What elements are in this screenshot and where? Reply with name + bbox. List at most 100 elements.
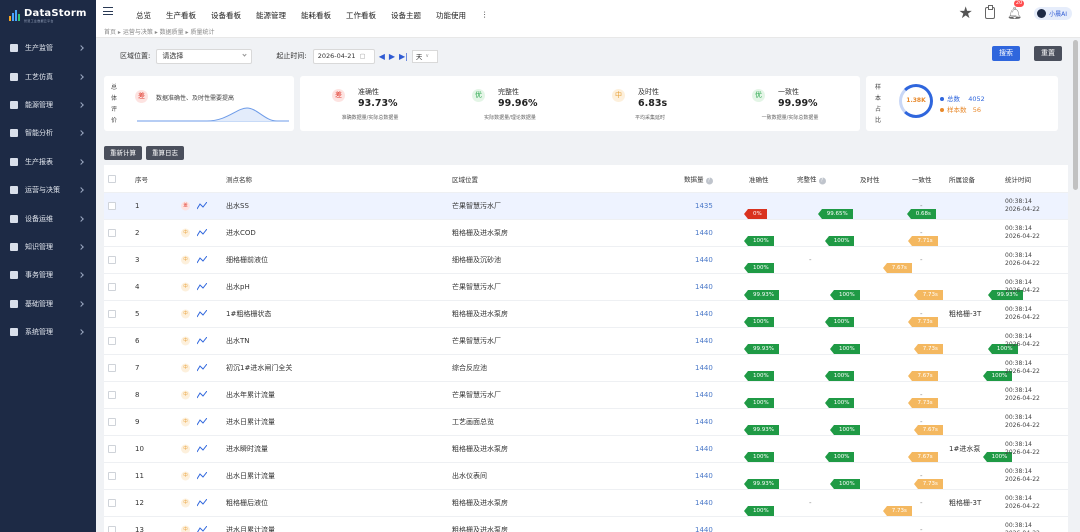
trend-chart-icon[interactable] <box>197 499 207 507</box>
row-checkbox[interactable] <box>108 391 116 399</box>
sidebar-item[interactable]: 事务管理 <box>0 261 96 289</box>
trend-chart-icon[interactable] <box>197 526 207 532</box>
table-row[interactable]: 8 中 出水年累计流量 芒果智慧污水厂 1440 100% 100% 7.73s… <box>104 381 1068 408</box>
chevron-right-icon <box>78 244 84 250</box>
trend-chart-icon[interactable] <box>197 445 207 453</box>
table-row[interactable]: 9 中 进水日累计流量 工艺画面总览 1440 99.93% 100% 7.67… <box>104 408 1068 435</box>
top-menu-item[interactable]: 工作看板 <box>346 10 376 21</box>
trend-chart-icon[interactable] <box>197 337 207 345</box>
favorite-star-icon[interactable]: ★ <box>959 5 973 21</box>
recalculate-button[interactable]: 重新计算 <box>104 146 142 160</box>
header-completeness: 完整性? <box>797 173 826 184</box>
sidebar-item[interactable]: 运营与决策 <box>0 176 96 204</box>
row-checkbox[interactable] <box>108 283 116 291</box>
top-menu-item[interactable]: 生产看板 <box>166 10 196 21</box>
last-date-icon[interactable]: ▶| <box>399 52 408 61</box>
row-checkbox[interactable] <box>108 337 116 345</box>
logo[interactable]: DataStorm 智慧工业数据云平台 <box>0 0 96 30</box>
sidebar-item[interactable]: 智能分析 <box>0 119 96 147</box>
table-row[interactable]: 5 中 1#粗格栅状态 粗格栅及进水泵房 1440 100% 100% 7.73… <box>104 300 1068 327</box>
trend-chart-icon[interactable] <box>197 418 207 426</box>
sidebar-item[interactable]: 工艺仿真 <box>0 62 96 90</box>
row-checkbox[interactable] <box>108 364 116 372</box>
ai-assistant-button[interactable]: 小晨AI <box>1034 6 1072 20</box>
row-count[interactable]: 1440 <box>695 310 713 318</box>
row-checkbox[interactable] <box>108 418 116 426</box>
top-menu-item[interactable]: ⋮ <box>481 10 489 21</box>
row-count[interactable]: 1440 <box>695 499 713 507</box>
next-date-icon[interactable]: ▶ <box>389 52 395 61</box>
row-accuracy-tag: 99.93% <box>744 344 779 354</box>
row-checkbox[interactable] <box>108 499 116 507</box>
reset-button[interactable]: 重置 <box>1034 46 1062 61</box>
row-count[interactable]: 1440 <box>695 526 713 532</box>
row-count[interactable]: 1440 <box>695 472 713 480</box>
sidebar-item[interactable]: 系统管理 <box>0 318 96 346</box>
row-count[interactable]: 1440 <box>695 364 713 372</box>
top-menu-item[interactable]: 能源管理 <box>256 10 286 21</box>
trend-chart-icon[interactable] <box>197 229 207 237</box>
table-row[interactable]: 6 中 出水TN 芒果智慧污水厂 1440 99.93% 100% 7.73s … <box>104 327 1068 354</box>
sidebar-item[interactable]: 生产报表 <box>0 148 96 176</box>
table-row[interactable]: 7 中 初沉1#进水闸门全关 综合反应池 1440 100% 100% 7.67… <box>104 354 1068 381</box>
sidebar-item[interactable]: 基础管理 <box>0 290 96 318</box>
table-row[interactable]: 11 中 出水日累计流量 出水仪表间 1440 99.93% 100% 7.73… <box>104 462 1068 489</box>
clipboard-icon[interactable] <box>984 5 995 19</box>
table-row[interactable]: 1 差 出水SS 芒果智慧污水厂 1435 0% 99.65% 0.68s - … <box>104 192 1068 219</box>
area-select[interactable]: 请选择 <box>156 48 253 64</box>
top-menu-item[interactable]: 能耗看板 <box>301 10 331 21</box>
trend-chart-icon[interactable] <box>197 202 207 210</box>
trend-chart-icon[interactable] <box>197 256 207 264</box>
table-row[interactable]: 10 中 进水瞬时流量 粗格栅及进水泵房 1440 100% 100% 7.67… <box>104 435 1068 462</box>
row-grade-badge: 中 <box>181 255 190 265</box>
row-checkbox[interactable] <box>108 526 116 532</box>
trend-chart-icon[interactable] <box>197 310 207 318</box>
row-count[interactable]: 1440 <box>695 391 713 399</box>
top-menu-item[interactable]: 功能使用 <box>436 10 466 21</box>
top-menu-item[interactable]: 设备主题 <box>391 10 421 21</box>
sidebar-item[interactable]: 生产监管 <box>0 34 96 62</box>
header-area: 区域位置 <box>452 175 478 184</box>
row-count[interactable]: 1440 <box>695 337 713 345</box>
sidebar-item[interactable]: 知识管理 <box>0 233 96 261</box>
row-consistency-tag: - <box>920 499 923 507</box>
table-row[interactable]: 3 中 细格栅前液位 细格栅及沉砂池 1440 100% - 7.67s - 0… <box>104 246 1068 273</box>
row-accuracy-tag: 100% <box>744 452 774 462</box>
sidebar-item[interactable]: 设备运维 <box>0 204 96 232</box>
search-button[interactable]: 搜索 <box>992 46 1020 61</box>
menu-toggle-icon[interactable] <box>103 7 113 15</box>
row-count[interactable]: 1440 <box>695 283 713 291</box>
trend-chart-icon[interactable] <box>197 364 207 372</box>
row-checkbox[interactable] <box>108 472 116 480</box>
row-checkbox[interactable] <box>108 310 116 318</box>
row-checkbox[interactable] <box>108 202 116 210</box>
table-row[interactable]: 12 中 粗格栅后液位 粗格栅及进水泵房 1440 100% - 7.73s -… <box>104 489 1068 516</box>
sidebar-item[interactable]: 能源管理 <box>0 91 96 119</box>
table-row[interactable]: 4 中 出水pH 芒果智慧污水厂 1440 99.93% 100% 7.73s … <box>104 273 1068 300</box>
trend-chart-icon[interactable] <box>197 391 207 399</box>
unit-select[interactable]: 天 ∨ <box>411 49 438 63</box>
table-row[interactable]: 2 中 进水COD 粗格栅及进水泵房 1440 100% 100% 7.71s … <box>104 219 1068 246</box>
prev-date-icon[interactable]: ◀ <box>379 52 385 61</box>
trend-chart-icon[interactable] <box>197 283 207 291</box>
page-scrollbar[interactable] <box>1073 40 1078 190</box>
row-count[interactable]: 1440 <box>695 445 713 453</box>
top-menu-item[interactable]: 总览 <box>136 10 151 21</box>
row-checkbox[interactable] <box>108 445 116 453</box>
row-consistency-tag: - <box>920 526 923 532</box>
row-checkbox[interactable] <box>108 256 116 264</box>
notification-bell-icon[interactable]: 🔔︎ 20 <box>1007 0 1025 20</box>
date-input[interactable]: 2026-04-21 ▢ <box>312 48 375 64</box>
select-all-checkbox[interactable] <box>108 174 116 183</box>
row-count[interactable]: 1440 <box>695 229 713 237</box>
row-count[interactable]: 1440 <box>695 256 713 264</box>
trend-chart-icon[interactable] <box>197 472 207 480</box>
recalc-log-button[interactable]: 重算日志 <box>146 146 184 160</box>
row-count[interactable]: 1435 <box>695 202 713 210</box>
row-checkbox[interactable] <box>108 229 116 237</box>
top-menu-item[interactable]: 设备看板 <box>211 10 241 21</box>
row-grade-badge: 中 <box>181 390 190 400</box>
row-count[interactable]: 1440 <box>695 418 713 426</box>
table-row[interactable]: 13 中 进水月累计流量 粗格栅及进水泵房 1440 100% 100% 7.6… <box>104 516 1068 532</box>
metric-grade-badge: 优 <box>752 89 765 102</box>
